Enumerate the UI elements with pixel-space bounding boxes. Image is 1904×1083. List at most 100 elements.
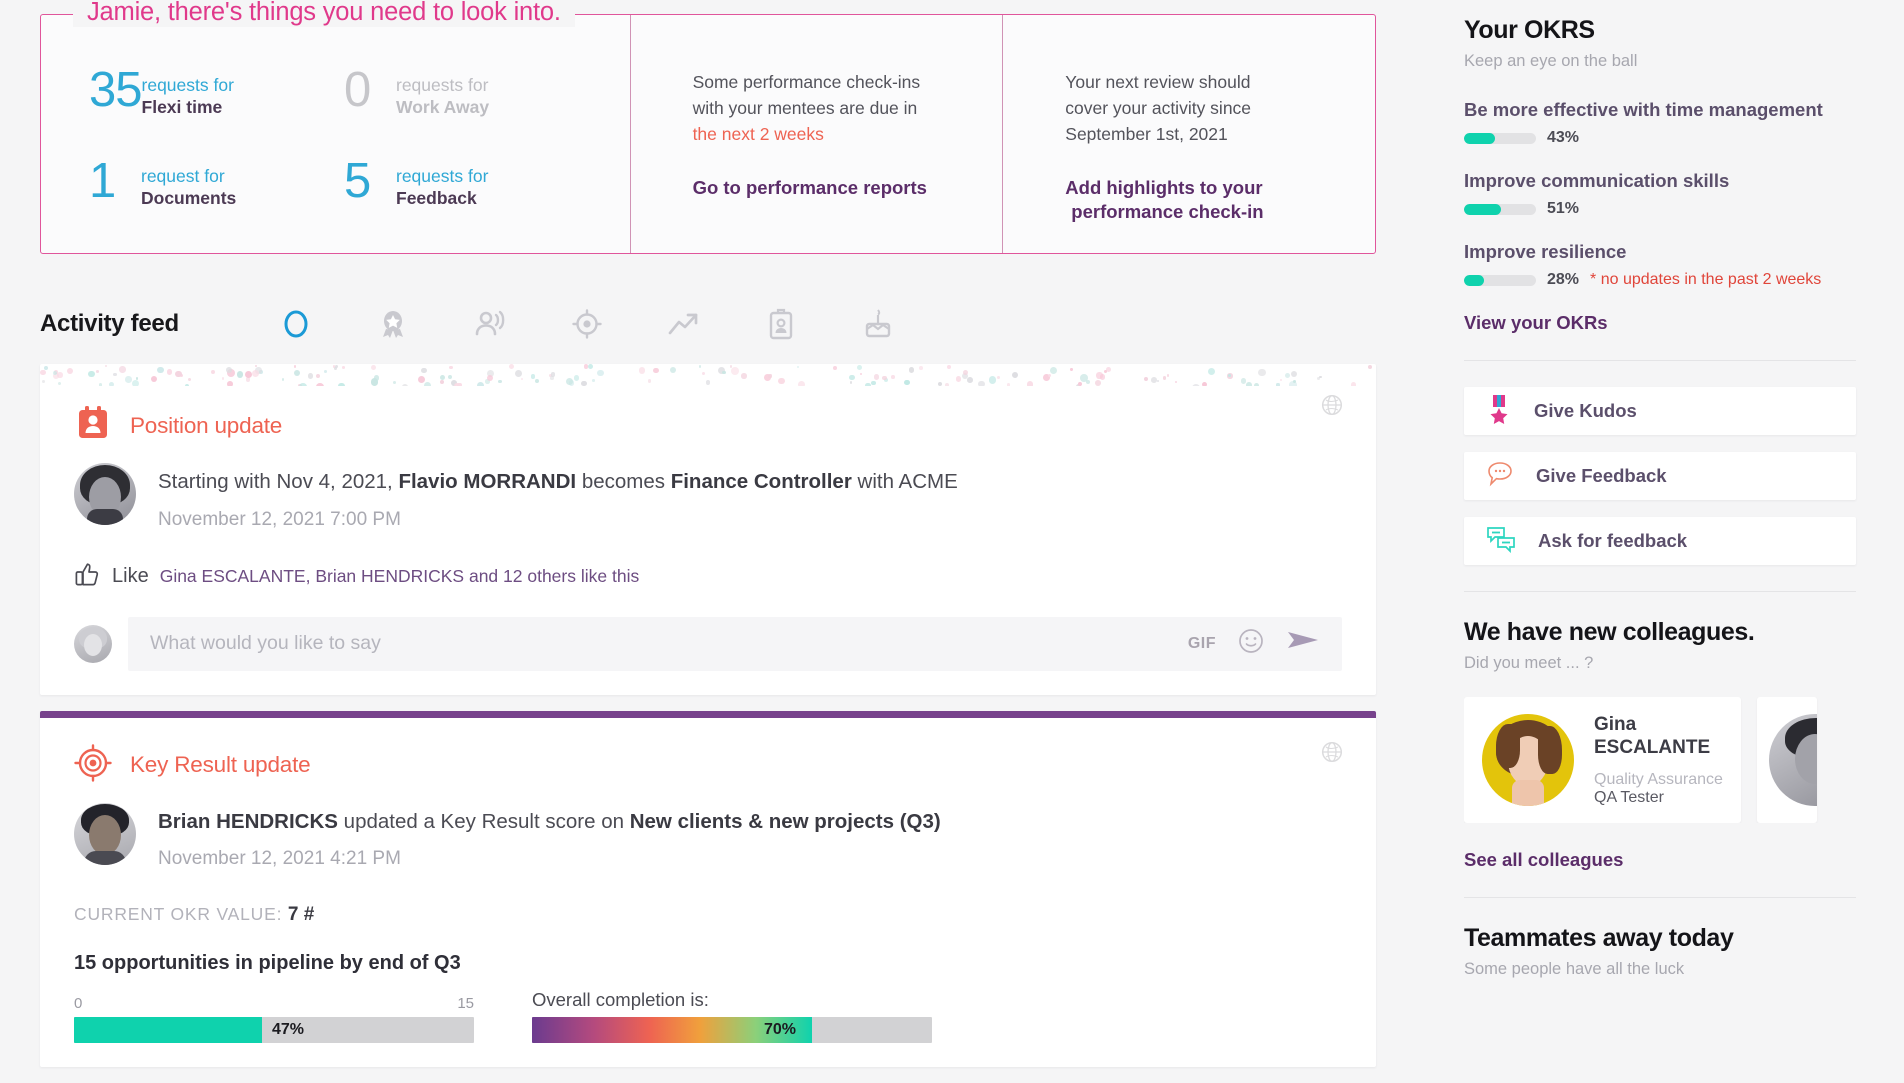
okr-section-subtitle: Keep an eye on the ball	[1464, 52, 1856, 71]
bar-track: 70%	[532, 1017, 932, 1043]
count-label-bottom: Flexi time	[142, 96, 234, 118]
visibility-globe-icon[interactable]	[1321, 741, 1343, 768]
count-item-feedback[interactable]: 5 requests for Feedback	[344, 161, 599, 210]
okr-list-item[interactable]: Be more effective with time management 4…	[1464, 99, 1856, 147]
okr-warning: * no updates in the past 2 weeks	[1590, 271, 1821, 289]
post-person-name[interactable]: Brian HENDRICKS	[158, 810, 338, 833]
medal-icon	[1486, 394, 1512, 429]
bar-percent-label: 47%	[272, 1021, 304, 1039]
filter-award-badge-icon[interactable]	[376, 307, 410, 341]
divider	[1464, 591, 1856, 592]
filter-announcement-icon[interactable]	[473, 307, 507, 341]
okr-progress-fill	[1464, 275, 1484, 286]
filter-id-badge-icon[interactable]	[764, 307, 798, 341]
divider	[1464, 897, 1856, 898]
main-column: Jamie, there's things you need to look i…	[0, 0, 1416, 1083]
divider	[1464, 360, 1856, 361]
gif-button[interactable]: GIF	[1188, 635, 1216, 653]
post-objective[interactable]: New clients & new projects (Q3)	[630, 810, 941, 833]
add-highlights-link[interactable]: Add highlights to your performance check…	[1065, 176, 1375, 225]
post-timestamp: November 12, 2021 4:21 PM	[158, 848, 1342, 870]
see-all-colleagues-link[interactable]: See all colleagues	[1464, 849, 1856, 871]
send-icon[interactable]	[1286, 628, 1320, 659]
position-update-icon	[74, 404, 112, 447]
emoji-icon[interactable]	[1238, 628, 1264, 659]
activity-feed-header: Activity feed	[40, 300, 1376, 348]
okr-list-item[interactable]: Improve resilience 28% * no updates in t…	[1464, 241, 1856, 289]
action-label: Ask for feedback	[1538, 530, 1687, 552]
count-label-top: request for	[141, 165, 236, 187]
teammates-away-section: Teammates away today Some people have al…	[1464, 924, 1856, 979]
post-timestamp: November 12, 2021 7:00 PM	[158, 509, 1342, 531]
okr-percent: 28%	[1547, 271, 1579, 289]
visibility-globe-icon[interactable]	[1321, 394, 1343, 421]
like-label[interactable]: Like	[112, 565, 149, 588]
comment-input[interactable]	[150, 632, 1174, 655]
count-label-top: requests for	[396, 165, 488, 187]
new-colleagues-section: We have new colleagues. Did you meet ...…	[1464, 618, 1856, 871]
okr-list-item[interactable]: Improve communication skills 51%	[1464, 170, 1856, 218]
note-line-2: with your mentees are due in	[693, 98, 918, 118]
count-label-bottom: Documents	[141, 187, 236, 209]
bar-percent-label: 70%	[764, 1021, 796, 1039]
ask-for-feedback-button[interactable]: Ask for feedback	[1464, 517, 1856, 565]
count-item-documents[interactable]: 1 request for Documents	[89, 161, 344, 210]
avatar[interactable]	[74, 463, 136, 525]
post-person-name[interactable]: Flavio MORRANDI	[398, 470, 576, 493]
feed-filter-bar	[279, 307, 895, 341]
colleague-card[interactable]: Gina ESCALANTE Quality Assurance QA Test…	[1464, 697, 1741, 823]
okr-progress-fill	[1464, 133, 1495, 144]
okr-value-number: 7 #	[288, 904, 314, 925]
quick-actions: Give Kudos Give Feedback	[1464, 387, 1856, 565]
post-role: Finance Controller	[671, 470, 852, 493]
count-item-work-away[interactable]: 0 requests for Work Away	[344, 70, 599, 119]
right-sidebar: Your OKRS Keep an eye on the ball Be mor…	[1416, 0, 1904, 1083]
post-text: Starting with Nov 4, 2021, Flavio MORRAN…	[158, 469, 1342, 496]
count-value: 0	[344, 70, 396, 112]
away-title: Teammates away today	[1464, 924, 1856, 953]
note-line-3: September 1st, 2021	[1065, 124, 1227, 144]
okr-percent: 43%	[1547, 129, 1579, 147]
count-value: 5	[344, 161, 396, 203]
post-card-key-result-update: Key Result update Brian HENDRICKS update…	[40, 711, 1376, 1068]
view-your-okrs-link[interactable]: View your OKRs	[1464, 312, 1856, 334]
count-label-top: requests for	[142, 74, 234, 96]
thumbs-up-icon[interactable]	[74, 561, 101, 593]
action-label: Give Kudos	[1534, 400, 1637, 422]
note-highlight: the next 2 weeks	[693, 124, 824, 144]
give-kudos-button[interactable]: Give Kudos	[1464, 387, 1856, 435]
colleagues-title: We have new colleagues.	[1464, 618, 1856, 647]
attention-banner: Jamie, there's things you need to look i…	[40, 14, 1376, 254]
performance-reports-link[interactable]: Go to performance reports	[693, 176, 1003, 200]
note-line-1: Some performance check-ins	[693, 72, 921, 92]
colleague-card-list: Gina ESCALANTE Quality Assurance QA Test…	[1464, 697, 1856, 823]
filter-birthday-cake-icon[interactable]	[861, 307, 895, 341]
colleagues-subtitle: Did you meet ... ?	[1464, 654, 1856, 673]
banner-note-review: Your next review should cover your activ…	[1002, 15, 1375, 253]
okr-progress-track	[1464, 133, 1536, 144]
avatar[interactable]	[74, 803, 136, 865]
give-feedback-button[interactable]: Give Feedback	[1464, 452, 1856, 500]
okr-progress-track	[1464, 275, 1536, 286]
colleague-department: Quality Assurance	[1594, 771, 1723, 789]
progress-bars: 0 15 47% Overall completion is: 70%	[74, 989, 1342, 1043]
okr-percent: 51%	[1547, 200, 1579, 218]
count-value: 35	[89, 70, 142, 112]
away-subtitle: Some people have all the luck	[1464, 960, 1856, 979]
filter-all-circle-icon[interactable]	[279, 307, 313, 341]
page-title: Activity feed	[40, 310, 179, 338]
okr-progress-track	[1464, 204, 1536, 215]
comment-input-wrapper[interactable]: GIF	[128, 617, 1342, 671]
count-item-flexi-time[interactable]: 35 requests for Flexi time	[89, 70, 344, 119]
note-line-2: cover your activity since	[1065, 98, 1251, 118]
like-names[interactable]: Gina ESCALANTE, Brian HENDRICKS and 12 o…	[160, 566, 640, 587]
key-result-target-icon	[74, 744, 112, 787]
colleague-card-next[interactable]	[1757, 697, 1817, 823]
okr-name: Improve resilience	[1464, 241, 1856, 263]
bar-track: 47%	[74, 1017, 474, 1043]
filter-trending-up-icon[interactable]	[667, 307, 701, 341]
key-result-progress: 0 15 47%	[74, 995, 474, 1043]
count-label-bottom: Feedback	[396, 187, 488, 209]
filter-target-icon[interactable]	[570, 307, 604, 341]
banner-note-checkins: Some performance check-ins with your men…	[630, 15, 1003, 253]
